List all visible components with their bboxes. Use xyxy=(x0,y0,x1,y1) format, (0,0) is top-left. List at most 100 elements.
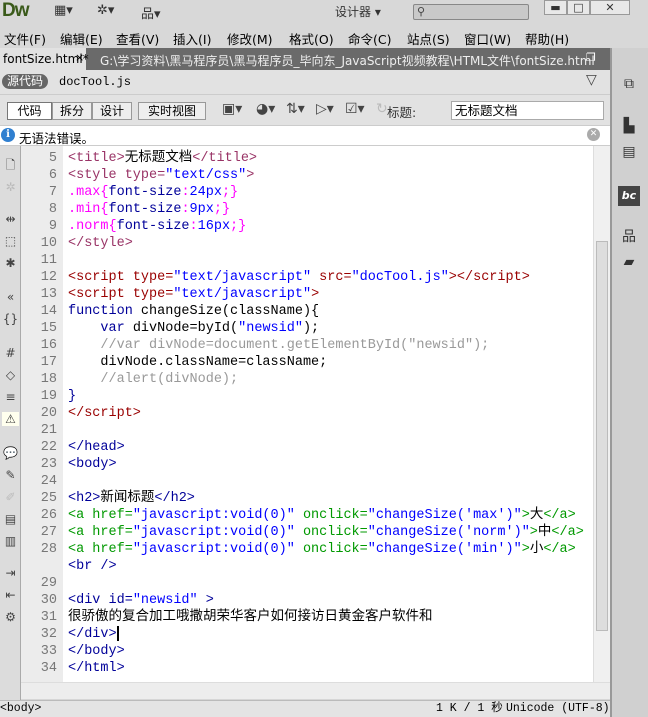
line-number-gutter: 5 6 7 8 9 10 11 12 13 14 15 16 17 18 19 20 21 22 23 24 25 26 2… xyxy=(21,146,63,682)
indent-icon[interactable]: ⇥ xyxy=(2,566,19,580)
search-input[interactable]: ⚲ xyxy=(413,4,529,20)
close-button[interactable]: ✕ xyxy=(590,0,630,15)
browser-preview-icon[interactable]: ◕▾ xyxy=(256,101,275,117)
format-source-icon[interactable]: ⚙ xyxy=(2,610,19,624)
business-catalyst-icon[interactable]: bc xyxy=(618,186,640,206)
code-token: </style> xyxy=(68,236,133,251)
code-line: //var divNode=document.getElementById("n… xyxy=(68,337,593,354)
menu-item[interactable]: 格式(O) xyxy=(289,29,334,48)
recent-snippets-icon[interactable]: ▤ xyxy=(2,512,19,526)
minimize-button[interactable]: ▬ xyxy=(544,0,567,15)
source-code-button[interactable]: 源代码 xyxy=(2,74,49,89)
tab-fontsize[interactable]: fontSize.html* xyxy=(0,48,89,70)
site-icon[interactable]: 品▾ xyxy=(141,3,161,22)
collapse-selection-icon[interactable]: ⬚ xyxy=(2,234,19,248)
document-tab-bar: fontSize.html* × G:\学习资料\黑马程序员\黑马程序员_毕向东… xyxy=(0,48,610,70)
tag-selector[interactable]: <body> xyxy=(0,701,41,717)
code-view-button[interactable]: 代码 xyxy=(7,102,52,120)
code-token: .min{ xyxy=(68,202,109,217)
code-token: <br /> xyxy=(68,559,117,574)
code-token: font-size xyxy=(108,202,182,217)
syntax-error-icon[interactable]: ⚠ xyxy=(2,412,19,426)
open-documents-icon[interactable]: 🗋 xyxy=(2,156,19,177)
workspace-switcher[interactable]: 设计器 ▾ xyxy=(335,3,381,20)
remove-comment-icon[interactable]: ✎ xyxy=(2,468,19,482)
expand-all-icon[interactable]: ✱ xyxy=(2,256,19,270)
css-panel-icon[interactable]: ▤ xyxy=(618,144,640,164)
apply-comment-icon[interactable]: 💬 xyxy=(2,446,19,460)
word-wrap-icon[interactable]: ≡ xyxy=(2,390,19,404)
debug-icon[interactable]: ▷▾ xyxy=(316,101,334,117)
move-css-icon[interactable]: ▥ xyxy=(2,534,19,548)
line-number: 27 xyxy=(40,525,57,540)
check-page-icon[interactable]: ☑▾ xyxy=(345,101,365,117)
line-number: 22 xyxy=(40,440,57,455)
collapse-tag-icon[interactable]: ⇹ xyxy=(2,212,19,226)
gear-icon[interactable]: ✲▾ xyxy=(97,3,114,18)
line-number: 6 xyxy=(48,168,57,183)
code-token: 很骄傲的复合加工哦撒胡荣华客户如何接访日黄金客户软件和 xyxy=(68,610,433,625)
live-view-button[interactable]: 实时视图 xyxy=(138,102,206,120)
design-view-button[interactable]: 设计 xyxy=(92,102,132,120)
files-panel-icon[interactable]: 品 xyxy=(618,226,640,246)
menu-item[interactable]: 查看(V) xyxy=(116,29,159,48)
code-token: <style type= xyxy=(68,168,166,183)
code-token: "text/css" xyxy=(165,168,247,183)
assets-panel-icon[interactable]: ▰ xyxy=(618,254,640,274)
line-number: 15 xyxy=(40,321,57,336)
layout-icon[interactable]: ▦▾ xyxy=(54,3,73,18)
menu-item[interactable]: 修改(M) xyxy=(227,29,273,48)
show-code-navigator-icon[interactable]: ✲ xyxy=(2,180,19,194)
chevron-down-icon: ▾ xyxy=(374,5,381,19)
restore-icon[interactable]: ❐ xyxy=(586,51,596,64)
code-token: font-size xyxy=(116,219,190,234)
code-line: function changeSize(className){ xyxy=(68,303,593,320)
menu-item[interactable]: 帮助(H) xyxy=(525,29,569,48)
line-number: 28 xyxy=(40,542,57,557)
menu-item[interactable]: 插入(I) xyxy=(173,29,211,48)
code-token: "newsid" xyxy=(132,593,198,608)
maximize-button[interactable]: □ xyxy=(567,0,590,15)
document-title-input[interactable]: 无标题文档 xyxy=(451,101,604,120)
close-info-icon[interactable]: ✕ xyxy=(587,128,600,141)
code-token: //alert(divNode); xyxy=(68,372,239,387)
menu-item[interactable]: 编辑(E) xyxy=(60,29,103,48)
line-number: 11 xyxy=(40,253,57,268)
code-line: <title>无标题文档</title> xyxy=(68,150,593,167)
line-number: 8 xyxy=(48,202,57,217)
wrap-tag-icon[interactable]: ✐ xyxy=(2,490,19,504)
menu-item[interactable]: 文件(F) xyxy=(4,29,46,48)
code-token: "changeSize('norm')" xyxy=(367,525,530,540)
related-file-doctool[interactable]: docTool.js xyxy=(59,75,131,89)
balance-braces-icon[interactable]: {} xyxy=(2,312,19,326)
file-management-icon[interactable]: ⇅▾ xyxy=(286,101,305,117)
code-token: </head> xyxy=(68,440,125,455)
line-number: 29 xyxy=(40,576,57,591)
expand-panels-icon[interactable]: ⧉ xyxy=(618,76,640,96)
multiscreen-icon[interactable]: ▣▾ xyxy=(222,101,242,117)
line-number: 10 xyxy=(40,236,57,251)
highlight-invalid-icon[interactable]: ◇ xyxy=(2,368,19,382)
code-token: 新闻标题 xyxy=(100,491,155,506)
refresh-icon[interactable]: ↻ xyxy=(376,101,388,117)
select-parent-tag-icon[interactable]: « xyxy=(2,290,19,304)
menu-item[interactable]: 命令(C) xyxy=(348,29,391,48)
outdent-icon[interactable]: ⇤ xyxy=(2,588,19,602)
code-token: <title> xyxy=(68,151,125,166)
code-line: <script type="text/javascript" src="docT… xyxy=(68,269,593,286)
code-token: function xyxy=(68,304,133,319)
split-view-button[interactable]: 拆分 xyxy=(52,102,92,120)
tab-close-icon[interactable]: × xyxy=(75,51,84,64)
code-editor[interactable]: <title>无标题文档</title> <style type="text/cs… xyxy=(63,146,593,682)
vertical-scrollbar[interactable] xyxy=(593,146,610,682)
menu-item[interactable]: 窗口(W) xyxy=(464,29,511,48)
insert-panel-icon[interactable]: ▙ xyxy=(618,118,640,138)
scroll-thumb[interactable] xyxy=(596,241,608,631)
menu-item[interactable]: 站点(S) xyxy=(407,29,450,48)
horizontal-scrollbar[interactable] xyxy=(21,682,610,699)
filter-icon[interactable]: ▽ xyxy=(586,72,597,88)
code-line: .norm{font-size:16px;} xyxy=(68,218,593,235)
dreamweaver-logo: Dw xyxy=(2,0,29,21)
line-numbers-icon[interactable]: # xyxy=(2,346,19,360)
code-line: <div id="newsid" > xyxy=(68,592,593,609)
